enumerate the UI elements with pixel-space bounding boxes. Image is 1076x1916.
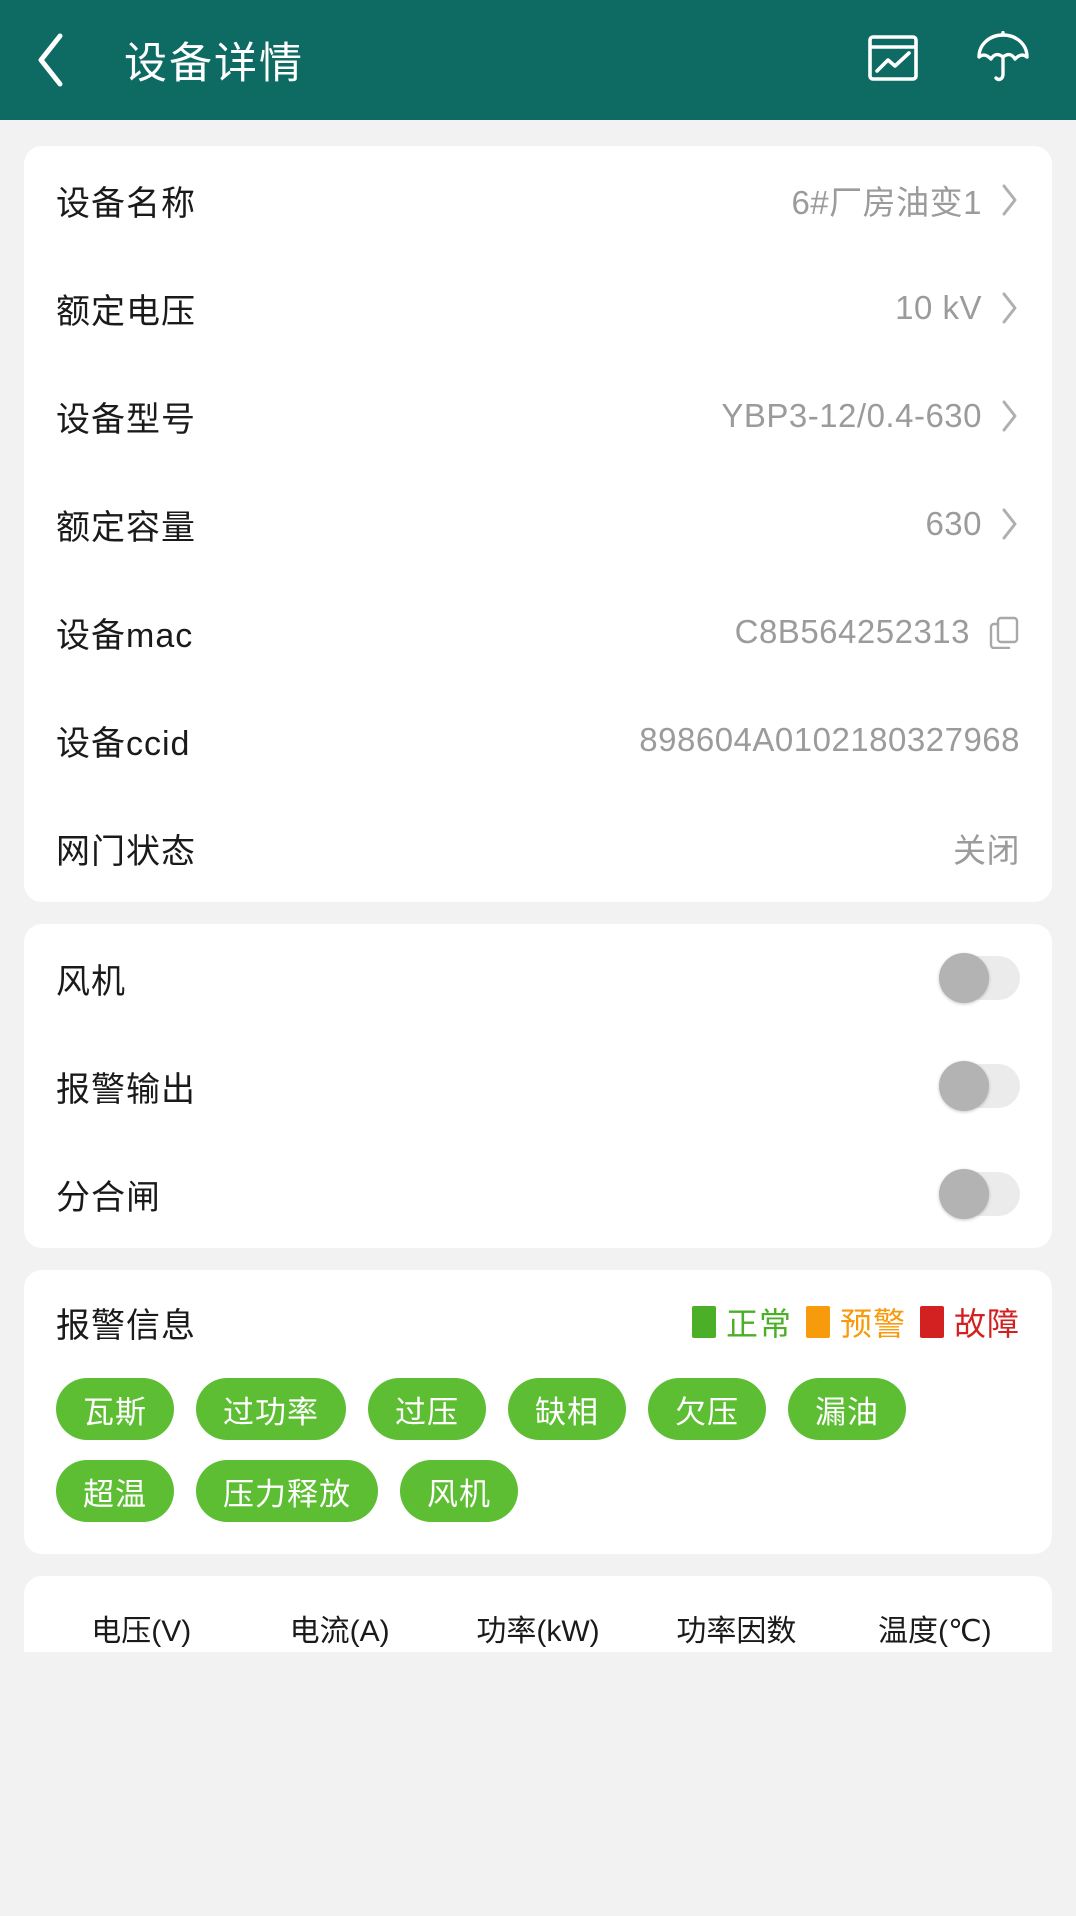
device-info-card: 设备名称 6#厂房油变1 额定电压 10 kV 设备型号 YBP3-12/0.4…: [24, 146, 1052, 902]
alarm-tag[interactable]: 过功率: [196, 1378, 346, 1440]
row-label: 额定容量: [56, 508, 196, 547]
metrics-card: 电压(V) 电流(A) 功率(kW) 功率因数 温度(℃): [24, 1576, 1052, 1652]
row-label: 设备mac: [56, 616, 194, 655]
page-title: 设备详情: [124, 40, 304, 88]
row-value: YBP3-12/0.4-630: [721, 397, 982, 434]
app-bar: 设备详情: [0, 0, 1076, 120]
row-value-group: 630: [925, 505, 1020, 543]
metric-label: 功率(kW): [476, 1615, 600, 1648]
metric-label: 电压(V): [91, 1615, 192, 1648]
toggle-thumb: [939, 1169, 989, 1219]
row-mesh-door-status: 网门状态 关闭: [56, 794, 1020, 902]
row-value-group: 898604A0102180327968: [639, 721, 1020, 759]
alarm-tag[interactable]: 瓦斯: [56, 1378, 174, 1440]
row-rated-capacity[interactable]: 额定容量 630: [56, 470, 1020, 578]
metric-column-temperature: 温度(℃): [836, 1606, 1034, 1650]
chevron-right-icon: [1000, 507, 1020, 541]
row-value-group: 6#厂房油变1: [791, 176, 1020, 224]
chevron-left-icon: [34, 31, 68, 89]
alarm-tag[interactable]: 压力释放: [196, 1460, 378, 1522]
status-swatch-normal: [691, 1306, 716, 1338]
metric-label: 功率因数: [676, 1615, 797, 1648]
legend-label: 正常: [725, 1306, 792, 1342]
row-label: 设备ccid: [56, 724, 191, 763]
chart-button[interactable]: [864, 31, 922, 89]
row-device-model[interactable]: 设备型号 YBP3-12/0.4-630: [56, 362, 1020, 470]
alarm-tag[interactable]: 风机: [400, 1460, 518, 1522]
status-value: 关闭: [953, 832, 1020, 869]
row-value-group: YBP3-12/0.4-630: [721, 397, 1020, 435]
row-value: 630: [925, 505, 982, 542]
alarm-title: 报警信息: [56, 1306, 196, 1345]
row-value-group: 10 kV: [895, 289, 1020, 327]
toggle-thumb: [939, 953, 989, 1003]
row-device-mac: 设备mac C8B564252313: [56, 578, 1020, 686]
row-label: 额定电压: [56, 292, 196, 331]
fan-toggle[interactable]: [939, 953, 1020, 1003]
legend-label: 预警: [839, 1306, 906, 1342]
metrics-header-row: 电压(V) 电流(A) 功率(kW) 功率因数 温度(℃): [42, 1606, 1034, 1650]
alarm-tag-list: 瓦斯 过功率 过压 缺相 欠压 漏油 超温 压力释放 风机: [56, 1374, 1020, 1554]
alarm-tag[interactable]: 欠压: [648, 1378, 766, 1440]
row-value: 6#厂房油变1: [791, 184, 982, 221]
switch-label: 分合闸: [56, 1178, 161, 1217]
row-label: 网门状态: [56, 832, 196, 871]
switch-label: 风机: [56, 962, 126, 1001]
legend-label: 故障: [953, 1306, 1020, 1342]
row-label: 设备型号: [56, 400, 196, 439]
row-value: 898604A0102180327968: [639, 721, 1020, 758]
row-device-name[interactable]: 设备名称 6#厂房油变1: [56, 146, 1020, 254]
metric-column-power-factor: 功率因数: [637, 1606, 835, 1650]
row-rated-voltage[interactable]: 额定电压 10 kV: [56, 254, 1020, 362]
row-value: C8B564252313: [734, 613, 970, 650]
switch-row-fan: 风机: [56, 924, 1020, 1032]
control-switch-card: 风机 报警输出 分合闸: [24, 924, 1052, 1248]
copy-icon[interactable]: [988, 615, 1020, 649]
status-swatch-warning: [805, 1306, 830, 1338]
switch-row-alarm-output: 报警输出: [56, 1032, 1020, 1140]
back-button[interactable]: [34, 23, 96, 97]
metric-label: 电流(A): [289, 1615, 390, 1648]
alarm-tag[interactable]: 过压: [368, 1378, 486, 1440]
legend-item-normal: 正常: [691, 1299, 792, 1345]
metric-column-voltage: 电压(V): [42, 1606, 240, 1650]
alarm-output-toggle[interactable]: [939, 1061, 1020, 1111]
chart-window-icon: [867, 33, 919, 88]
toggle-thumb: [939, 1061, 989, 1111]
row-value-group: 关闭: [953, 824, 1020, 872]
row-label: 设备名称: [56, 184, 196, 223]
chevron-right-icon: [1000, 183, 1020, 217]
legend-item-fault: 故障: [919, 1299, 1020, 1345]
metric-label: 温度(℃): [877, 1615, 992, 1648]
status-swatch-fault: [919, 1306, 944, 1338]
umbrella-button[interactable]: [974, 30, 1032, 90]
row-value: 10 kV: [895, 289, 982, 326]
alarm-tag[interactable]: 漏油: [788, 1378, 906, 1440]
switch-row-breaker: 分合闸: [56, 1140, 1020, 1248]
metric-column-power: 功率(kW): [439, 1606, 637, 1650]
breaker-toggle[interactable]: [939, 1169, 1020, 1219]
chevron-right-icon: [1000, 291, 1020, 325]
row-value-group: C8B564252313: [735, 613, 1020, 651]
app-bar-actions: [864, 30, 1042, 90]
chevron-right-icon: [1000, 399, 1020, 433]
alarm-header: 报警信息 正常 预警 故障: [56, 1270, 1020, 1374]
legend-item-warning: 预警: [805, 1299, 906, 1345]
alarm-tag[interactable]: 缺相: [508, 1378, 626, 1440]
alarm-tag[interactable]: 超温: [56, 1460, 174, 1522]
alarm-info-card: 报警信息 正常 预警 故障 瓦斯 过功率 过压 缺相 欠压 漏油 超温 压力释放…: [24, 1270, 1052, 1554]
switch-label: 报警输出: [56, 1070, 196, 1109]
umbrella-icon: [975, 30, 1031, 90]
row-device-ccid: 设备ccid 898604A0102180327968: [56, 686, 1020, 794]
alarm-legend: 正常 预警 故障: [691, 1299, 1020, 1345]
metric-column-current: 电流(A): [240, 1606, 438, 1650]
